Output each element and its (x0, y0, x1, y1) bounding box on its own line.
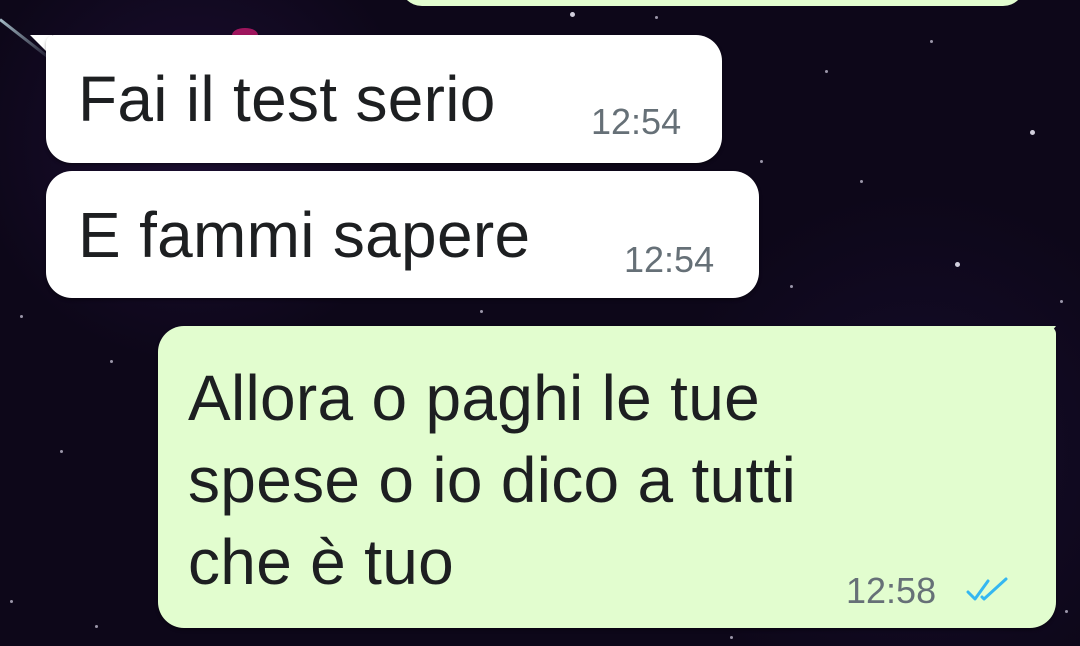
wallpaper-star (825, 70, 828, 73)
message-text-line: spese o io dico a tutti (188, 444, 797, 516)
wallpaper-star (730, 636, 733, 639)
wallpaper-star (60, 450, 63, 453)
outgoing-message[interactable]: Allora o paghi le tue spese o io dico a … (158, 326, 1056, 628)
wallpaper-star (570, 12, 575, 17)
message-time: 12:54 (591, 101, 682, 142)
wallpaper-star (1030, 130, 1035, 135)
wallpaper-star (1065, 610, 1068, 613)
wallpaper-star (20, 315, 23, 318)
wallpaper-star (10, 600, 13, 603)
double-check-icon (966, 577, 1008, 601)
wallpaper-star (655, 16, 658, 19)
wallpaper-star (860, 180, 863, 183)
wallpaper-star (955, 262, 960, 267)
wallpaper-star (480, 310, 483, 313)
wallpaper-star (760, 160, 763, 163)
message-time: 12:58 (846, 570, 937, 611)
wallpaper-star (95, 625, 98, 628)
message-text: Fai il test serio (78, 63, 496, 135)
wallpaper-star (790, 285, 793, 288)
wallpaper-star (110, 360, 113, 363)
message-text-line: che è tuo (188, 526, 455, 598)
previous-message-bubble (400, 0, 1025, 6)
wallpaper-star (1060, 300, 1063, 303)
incoming-message[interactable]: Fai il test serio 12:54 (46, 35, 722, 163)
incoming-message[interactable]: E fammi sapere 12:54 (46, 171, 759, 298)
message-time: 12:54 (624, 239, 715, 280)
message-text: E fammi sapere (78, 199, 531, 271)
message-text-line: Allora o paghi le tue (188, 362, 761, 434)
wallpaper-star (930, 40, 933, 43)
